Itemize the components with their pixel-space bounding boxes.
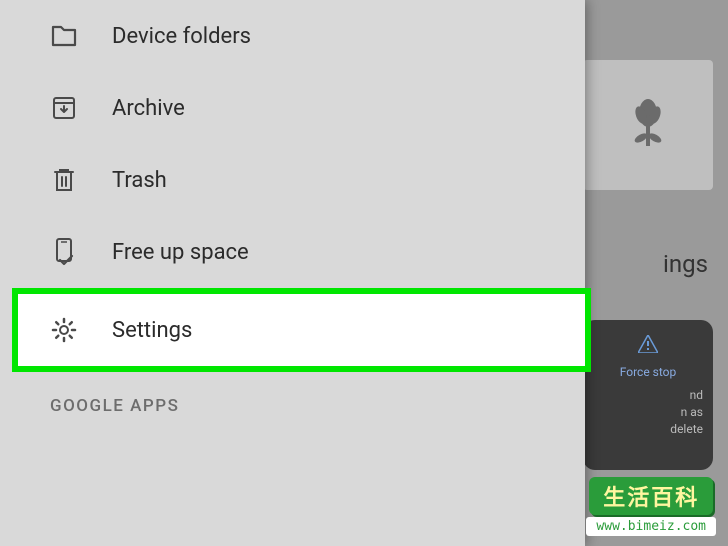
menu-item-settings[interactable]: Settings [12, 288, 591, 372]
warning-icon [593, 335, 703, 357]
menu-item-archive[interactable]: Archive [0, 72, 585, 144]
menu-item-label: Archive [112, 96, 185, 121]
background-dialog: Force stop nd n as delete [583, 320, 713, 470]
dialog-title: Force stop [593, 365, 703, 379]
watermark-url: www.bimeiz.com [586, 517, 716, 536]
menu-item-trash[interactable]: Trash [0, 144, 585, 216]
background-thumbnail [583, 60, 713, 190]
trash-icon [50, 166, 78, 194]
navigation-drawer: Device folders Archive Trash Free up spa… [0, 0, 585, 546]
free-up-space-icon [50, 238, 78, 266]
flower-icon [628, 98, 668, 153]
gear-icon [50, 316, 78, 344]
dialog-body: nd n as delete [593, 387, 703, 437]
watermark-text: 生活百科 [589, 477, 713, 515]
archive-icon [50, 94, 78, 122]
background-panel: ings Force stop nd n as delete [568, 0, 728, 546]
menu-item-free-up-space[interactable]: Free up space [0, 216, 585, 288]
section-header-google-apps: GOOGLE APPS [0, 372, 585, 428]
menu-item-label: Trash [112, 168, 167, 193]
menu-item-label: Free up space [112, 240, 249, 265]
watermark: 生活百科 www.bimeiz.com [586, 477, 716, 536]
menu-item-label: Device folders [112, 24, 251, 49]
background-heading-partial: ings [663, 250, 708, 278]
menu-item-device-folders[interactable]: Device folders [0, 0, 585, 72]
folder-icon [50, 22, 78, 50]
menu-item-label: Settings [112, 318, 192, 343]
